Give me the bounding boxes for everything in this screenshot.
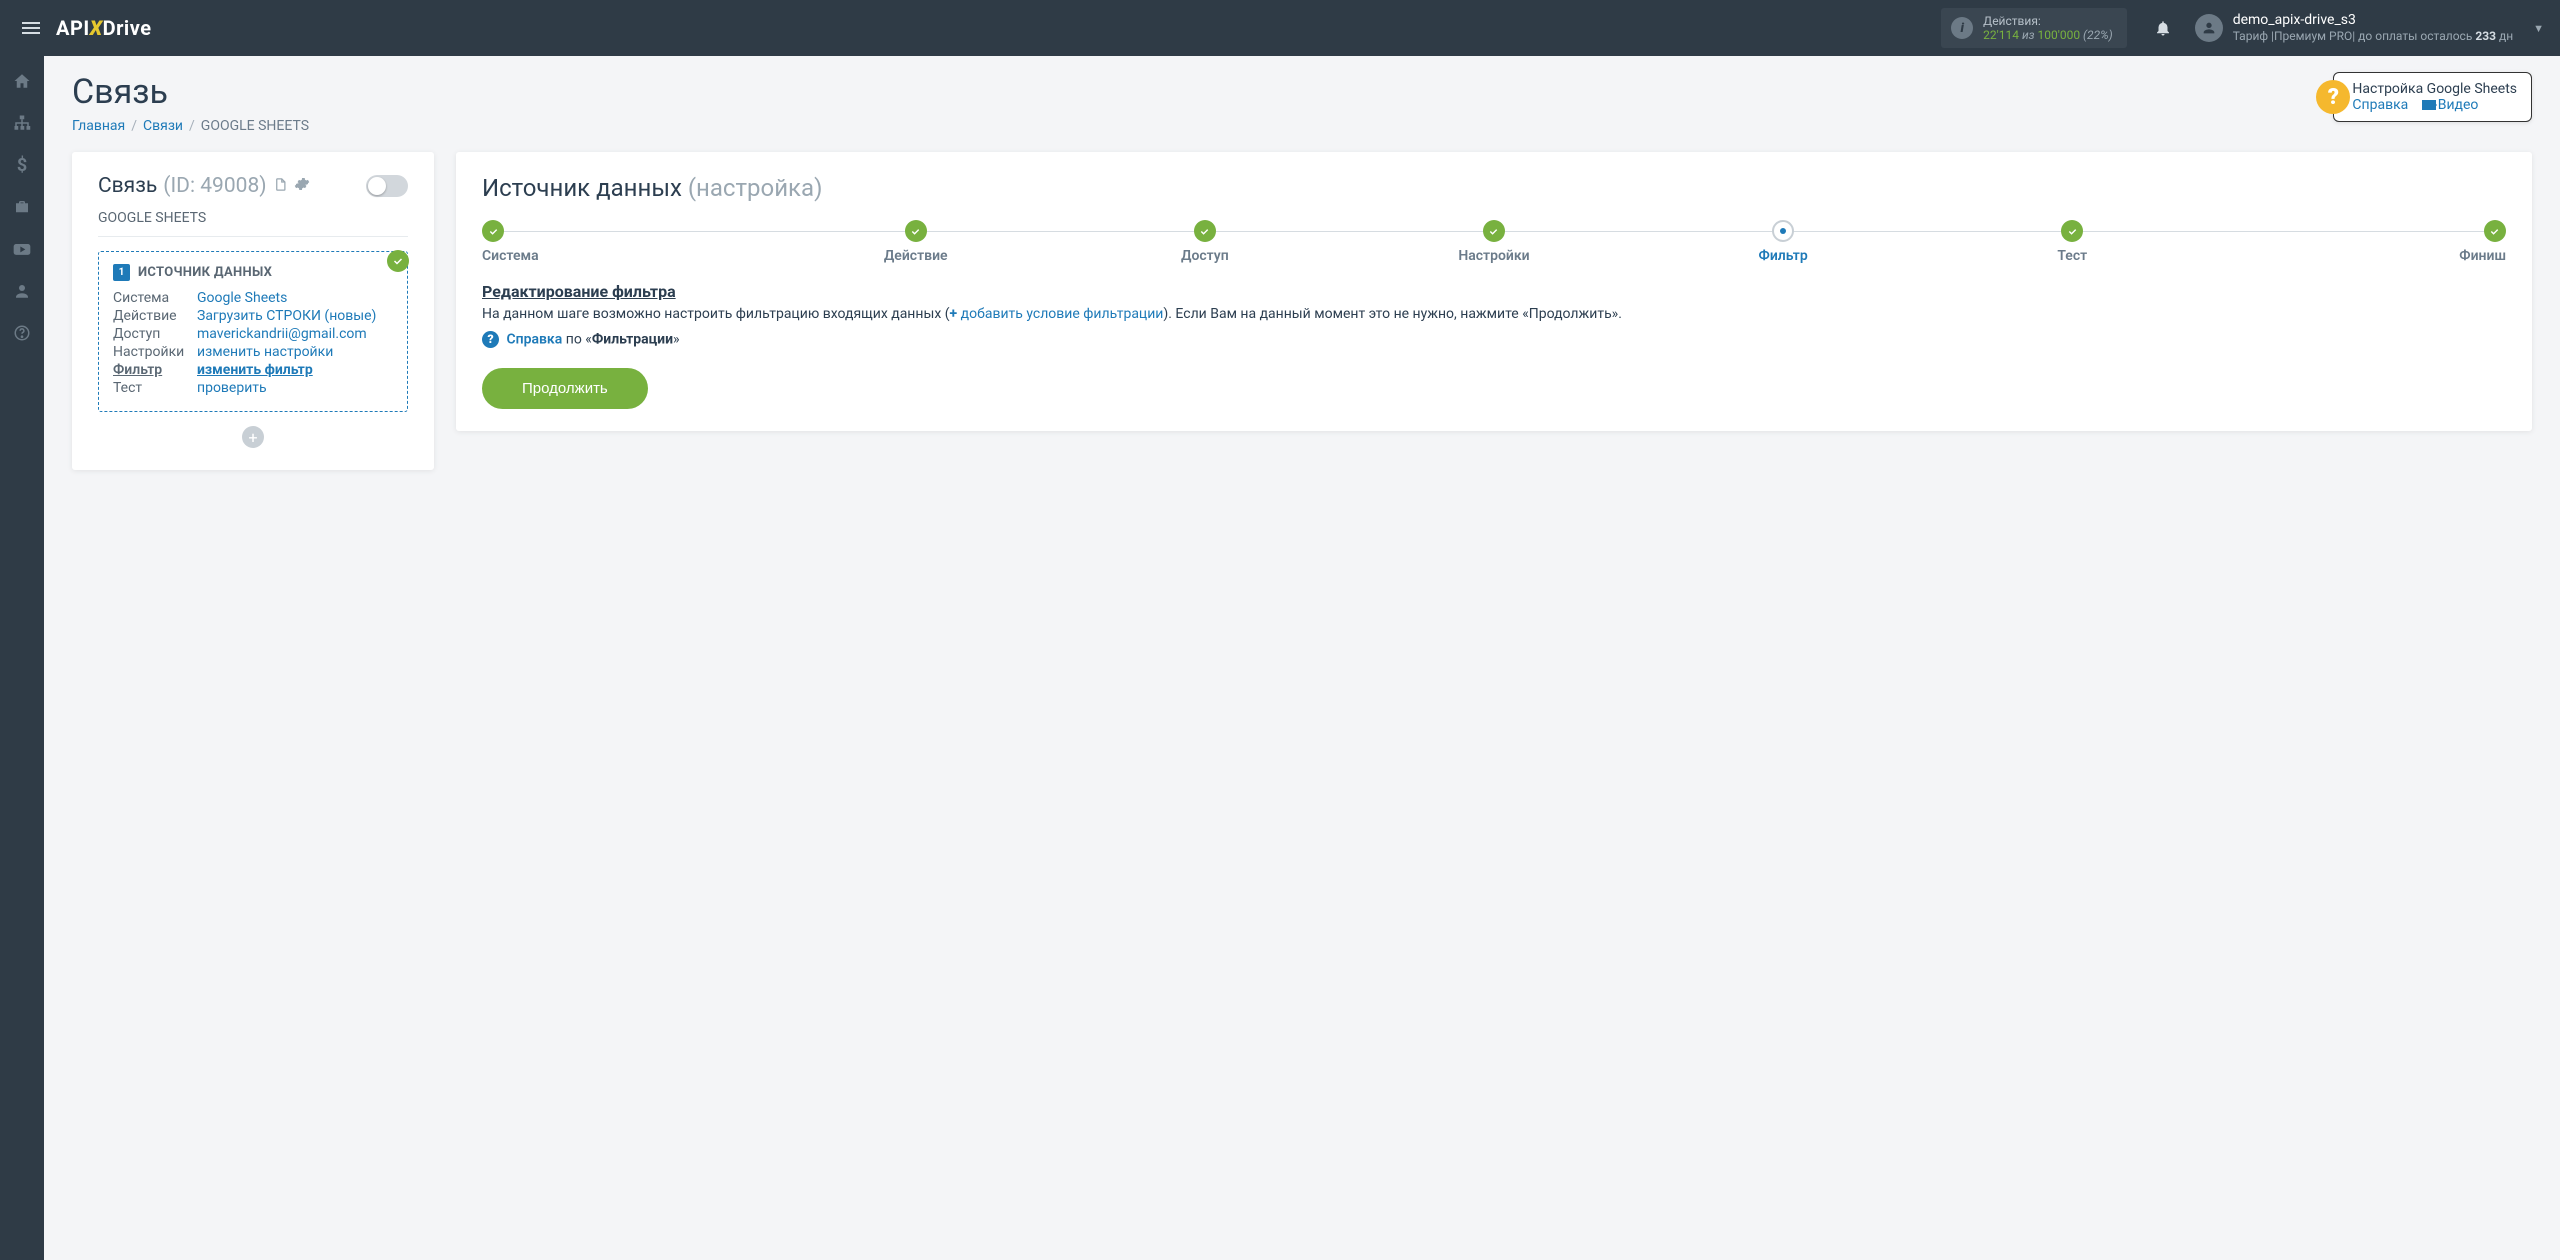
gear-icon[interactable] — [294, 176, 310, 196]
help-icon[interactable] — [11, 322, 33, 344]
breadcrumb-home[interactable]: Главная — [72, 118, 125, 134]
main-card: Источник данных (настройка) СистемаДейст… — [456, 152, 2532, 431]
username: demo_apix-drive_s3 — [2233, 11, 2513, 29]
description: На данном шаге возможно настроить фильтр… — [482, 305, 2506, 325]
info-icon: i — [1951, 17, 1973, 39]
connection-toggle[interactable] — [366, 175, 408, 197]
step-check-icon — [2061, 220, 2083, 242]
tariff-info: Тариф |Премиум PRO| до оплаты осталось 2… — [2233, 29, 2513, 45]
step-check-icon — [905, 220, 927, 242]
source-row: Тестпроверить — [113, 379, 393, 397]
add-filter-condition-link[interactable]: + добавить условие фильтрации — [950, 306, 1164, 322]
source-row: Доступmaverickandrii@gmail.com — [113, 325, 393, 343]
breadcrumb-current: GOOGLE SHEETS — [201, 118, 309, 134]
step-label: Тест — [1928, 248, 2217, 264]
notifications-icon[interactable] — [2145, 19, 2181, 37]
video-icon — [2422, 100, 2436, 110]
step-Фильтр[interactable]: Фильтр — [1639, 220, 1928, 264]
source-row-key: Доступ — [113, 326, 197, 342]
step-label: Доступ — [1060, 248, 1349, 264]
filter-help-link[interactable]: Справка — [506, 331, 562, 347]
source-row-link[interactable]: Google Sheets — [197, 290, 287, 306]
help-video-link[interactable]: Видео — [2438, 97, 2479, 113]
step-check-icon — [482, 220, 504, 242]
main-title: Источник данных (настройка) — [482, 174, 2506, 202]
step-Тест[interactable]: Тест — [1928, 220, 2217, 264]
menu-toggle[interactable] — [16, 16, 46, 40]
step-Настройки[interactable]: Настройки — [1349, 220, 1638, 264]
step-label: Действие — [771, 248, 1060, 264]
source-title: ИСТОЧНИК ДАННЫХ — [138, 265, 272, 280]
help-badge-icon[interactable]: ? — [2316, 80, 2350, 114]
source-box: 1 ИСТОЧНИК ДАННЫХ СистемаGoogle SheetsДе… — [98, 251, 408, 412]
source-row-link[interactable]: изменить фильтр — [197, 362, 313, 378]
add-button[interactable]: + — [242, 426, 264, 448]
help-title: Настройка Google Sheets — [2352, 81, 2517, 97]
breadcrumb: Главная/Связи/GOOGLE SHEETS — [72, 118, 309, 134]
source-row-link[interactable]: Загрузить СТРОКИ (новые) — [197, 308, 376, 324]
youtube-icon[interactable] — [11, 238, 33, 260]
connection-card: Связь (ID: 49008) GOOGLE SHEETS 1 ИСТОЧН… — [72, 152, 434, 470]
breadcrumb-links[interactable]: Связи — [143, 118, 183, 134]
source-row-key: Фильтр — [113, 362, 197, 378]
step-label: Система — [482, 248, 771, 264]
home-icon[interactable] — [11, 70, 33, 92]
help-card: ? Настройка Google Sheets Справка Видео — [2333, 72, 2532, 122]
help-line: ? Справка по «Фильтрации» — [482, 331, 2506, 348]
briefcase-icon[interactable] — [11, 196, 33, 218]
step-check-icon — [2484, 220, 2506, 242]
topbar: APIXDrive i Действия: 22'114 из 100'000 … — [0, 0, 2560, 56]
logo[interactable]: APIXDrive — [56, 16, 152, 40]
step-Система[interactable]: Система — [482, 220, 771, 264]
source-row: Настройкиизменить настройки — [113, 343, 393, 361]
source-row: СистемаGoogle Sheets — [113, 289, 393, 307]
connection-title: Связь — [98, 174, 157, 198]
source-number-badge: 1 — [113, 264, 130, 281]
page-title: Связь — [72, 72, 309, 112]
source-row-key: Настройки — [113, 344, 197, 360]
section-heading: Редактирование фильтра — [482, 282, 2506, 301]
step-check-icon — [1194, 220, 1216, 242]
check-icon — [387, 250, 409, 272]
step-Финиш[interactable]: Финиш — [2217, 220, 2506, 264]
source-row-link[interactable]: проверить — [197, 380, 267, 396]
step-current-dot-icon — [1772, 220, 1794, 242]
source-row: ДействиеЗагрузить СТРОКИ (новые) — [113, 307, 393, 325]
dollar-icon[interactable]: $ — [11, 154, 33, 176]
connection-id: (ID: 49008) — [163, 174, 266, 198]
source-row-key: Действие — [113, 308, 197, 324]
source-row-key: Система — [113, 290, 197, 306]
actions-label: Действия: — [1983, 14, 2113, 28]
sidebar: $ — [0, 56, 44, 1260]
step-Действие[interactable]: Действие — [771, 220, 1060, 264]
help-reference-link[interactable]: Справка — [2352, 97, 2408, 113]
document-icon[interactable] — [273, 177, 288, 196]
actions-values: 22'114 из 100'000 (22%) — [1983, 28, 2113, 42]
source-row-link[interactable]: maverickandrii@gmail.com — [197, 326, 367, 342]
step-label: Финиш — [2217, 248, 2506, 264]
connection-subtitle: GOOGLE SHEETS — [98, 210, 408, 237]
step-Доступ[interactable]: Доступ — [1060, 220, 1349, 264]
sitemap-icon[interactable] — [11, 112, 33, 134]
avatar-icon[interactable] — [2195, 14, 2223, 42]
step-check-icon — [1483, 220, 1505, 242]
user-icon[interactable] — [11, 280, 33, 302]
question-icon: ? — [482, 331, 499, 348]
step-label: Настройки — [1349, 248, 1638, 264]
source-row: Фильтризменить фильтр — [113, 361, 393, 379]
step-label: Фильтр — [1639, 248, 1928, 264]
chevron-down-icon[interactable]: ▼ — [2533, 22, 2544, 35]
continue-button[interactable]: Продолжить — [482, 368, 648, 409]
actions-counter[interactable]: i Действия: 22'114 из 100'000 (22%) — [1941, 8, 2127, 48]
stepper: СистемаДействиеДоступНастройкиФильтрТест… — [482, 220, 2506, 264]
source-row-link[interactable]: изменить настройки — [197, 344, 333, 360]
source-row-key: Тест — [113, 380, 197, 396]
user-block[interactable]: demo_apix-drive_s3 Тариф |Премиум PRO| д… — [2233, 11, 2533, 45]
